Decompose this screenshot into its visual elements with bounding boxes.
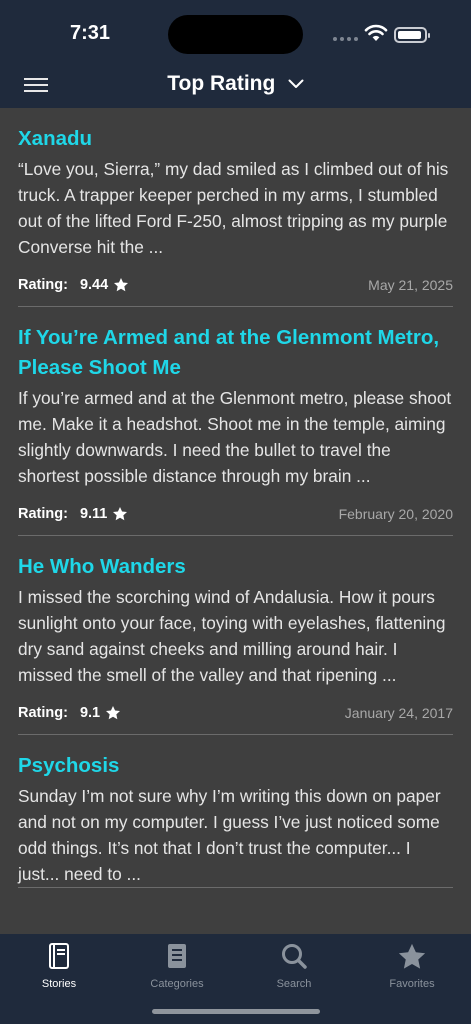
story-item[interactable]: He Who Wanders I missed the scorching wi…	[18, 536, 453, 735]
tab-categories[interactable]: Categories	[118, 942, 236, 990]
tab-label: Favorites	[389, 978, 435, 990]
battery-icon	[394, 27, 430, 43]
story-title: If You’re Armed and at the Glenmont Metr…	[18, 326, 440, 379]
status-time: 7:31	[70, 22, 111, 44]
rating-value: 9.11	[79, 506, 108, 522]
rating-label: Rating:	[18, 705, 68, 721]
story-list[interactable]: Xanadu “Love you, Sierra,” my dad smiled…	[0, 108, 471, 934]
tab-label: Categories	[150, 978, 204, 990]
story-excerpt: Sunday I’m not sure why I’m writing this…	[18, 786, 441, 884]
tab-label: Stories	[41, 978, 77, 990]
nav-title: Top Rating	[167, 72, 276, 95]
status-bar: 7:31	[0, 0, 471, 64]
star-icon	[113, 507, 128, 521]
tab-search[interactable]: Search	[235, 942, 353, 990]
chevron-down-icon	[288, 79, 304, 88]
search-icon	[282, 944, 307, 969]
story-item[interactable]: If You’re Armed and at the Glenmont Metr…	[18, 307, 453, 536]
story-title: Psychosis	[18, 754, 120, 777]
star-icon	[106, 706, 121, 720]
story-date: February 20, 2020	[338, 506, 453, 522]
story-rating: Rating: 9.44	[18, 277, 129, 293]
rating-value: 9.44	[79, 277, 109, 293]
rating-label: Rating:	[18, 277, 68, 293]
story-item[interactable]: Xanadu “Love you, Sierra,” my dad smiled…	[18, 108, 453, 307]
nav-bar: Top Rating	[0, 64, 471, 108]
story-excerpt: If you’re armed and at the Glenmont metr…	[18, 388, 452, 486]
cellular-signal-icon	[333, 37, 358, 41]
wifi-icon	[364, 24, 388, 41]
story-excerpt: I missed the scorching wind of Andalusia…	[18, 587, 446, 685]
story-rating: Rating: 9.1	[18, 705, 121, 721]
book-icon	[49, 943, 69, 969]
story-meta: Rating: 9.1 January 24, 2017	[18, 688, 453, 734]
story-rating: Rating: 9.11	[18, 506, 128, 522]
rating-value: 9.1	[79, 705, 101, 721]
story-meta: Rating: 9.44 May 21, 2025	[18, 260, 453, 306]
story-item[interactable]: Psychosis Sunday I’m not sure why I’m wr…	[18, 735, 453, 888]
rating-label: Rating:	[18, 506, 68, 522]
tab-favorites[interactable]: Favorites	[353, 942, 471, 990]
story-title: He Who Wanders	[18, 555, 186, 578]
story-title: Xanadu	[18, 127, 93, 150]
tab-stories[interactable]: Stories	[0, 942, 118, 990]
story-date: May 21, 2025	[368, 277, 453, 293]
dynamic-island	[168, 15, 303, 54]
sort-selector[interactable]: Top Rating	[0, 72, 471, 96]
star-icon	[114, 278, 129, 292]
home-indicator	[152, 1009, 320, 1014]
story-date: January 24, 2017	[344, 705, 453, 721]
star-icon	[398, 943, 426, 969]
story-meta: Rating: 9.11 February 20, 2020	[18, 489, 453, 535]
tab-label: Search	[276, 978, 312, 990]
document-icon	[168, 944, 186, 968]
story-excerpt: “Love you, Sierra,” my dad smiled as I c…	[18, 159, 449, 257]
